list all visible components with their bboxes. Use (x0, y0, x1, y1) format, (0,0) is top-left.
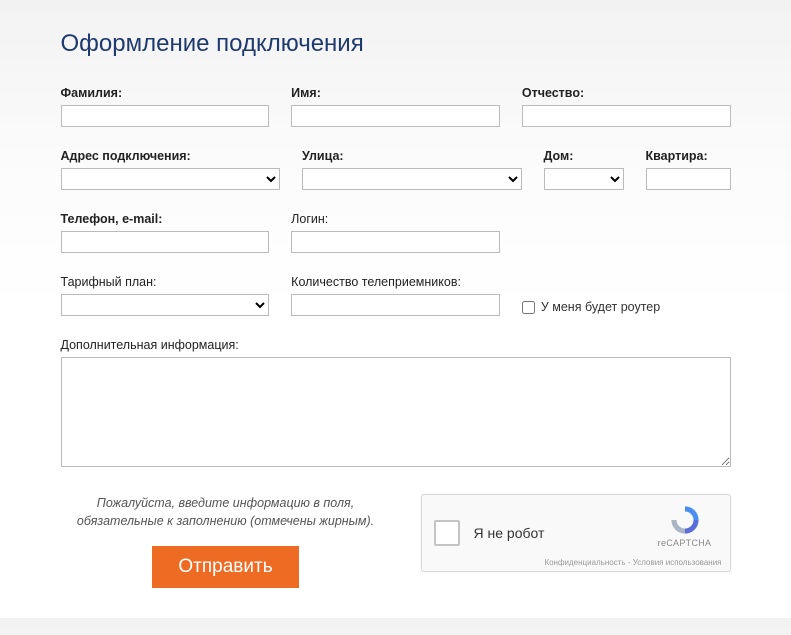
recaptcha-checkbox[interactable] (434, 520, 460, 546)
apartment-input[interactable] (646, 168, 731, 190)
extra-textarea[interactable] (61, 357, 731, 467)
form-hint: Пожалуйста, введите информацию в поля, о… (61, 494, 391, 530)
patronymic-input[interactable] (522, 105, 731, 127)
recaptcha-privacy-link[interactable]: Конфиденциальность (544, 558, 625, 567)
name-label: Имя: (291, 86, 500, 100)
street-select[interactable] (302, 168, 522, 190)
name-input[interactable] (291, 105, 500, 127)
recaptcha-label: Я не робот (474, 525, 545, 541)
recaptcha-widget: Я не робот reCAPTCHA Конфиденциальность … (421, 494, 731, 572)
surname-label: Фамилия: (61, 86, 270, 100)
recaptcha-terms: Конфиденциальность - Условия использован… (544, 558, 721, 567)
recaptcha-logo-icon (668, 503, 702, 537)
extra-label: Дополнительная информация: (61, 338, 731, 352)
phone-label: Телефон, e-mail: (61, 212, 270, 226)
tariff-select[interactable] (61, 294, 270, 316)
street-label: Улица: (302, 149, 522, 163)
router-label: У меня будет роутер (541, 300, 660, 314)
house-label: Дом: (544, 149, 624, 163)
recaptcha-terms-link[interactable]: Условия использования (633, 558, 722, 567)
page-title: Оформление подключения (61, 30, 731, 58)
router-checkbox[interactable] (522, 301, 535, 314)
recaptcha-brand: reCAPTCHA (650, 538, 720, 548)
login-label: Логин: (291, 212, 500, 226)
phone-input[interactable] (61, 231, 270, 253)
login-input[interactable] (291, 231, 500, 253)
address-select[interactable] (61, 168, 281, 190)
tvcount-label: Количество телеприемников: (291, 275, 500, 289)
house-select[interactable] (544, 168, 624, 190)
address-label: Адрес подключения: (61, 149, 281, 163)
submit-button[interactable]: Отправить (152, 546, 298, 588)
surname-input[interactable] (61, 105, 270, 127)
tariff-label: Тарифный план: (61, 275, 270, 289)
apartment-label: Квартира: (646, 149, 731, 163)
tvcount-input[interactable] (291, 294, 500, 316)
patronymic-label: Отчество: (522, 86, 731, 100)
